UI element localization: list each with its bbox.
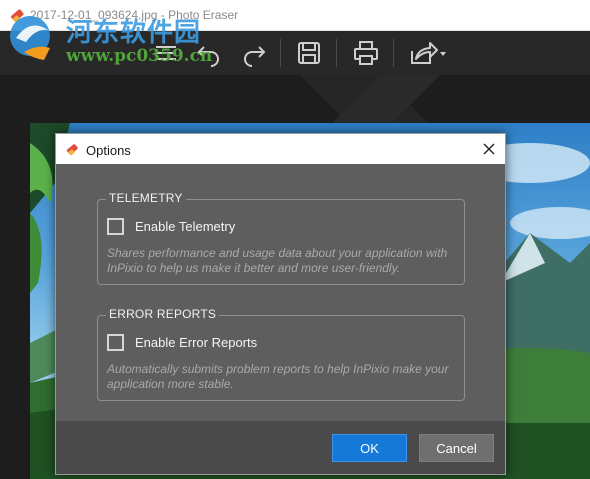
error-reports-group: ERROR REPORTS Enable Error Reports Autom… [97, 307, 465, 401]
dialog-title: Options [86, 143, 131, 158]
enable-error-reports-label[interactable]: Enable Error Reports [135, 335, 257, 350]
toolbar-separator [280, 39, 281, 67]
options-dialog: Options TELEMETRY Enable Telemetry Share… [55, 133, 506, 475]
telemetry-group: TELEMETRY Enable Telemetry Shares perfor… [97, 191, 465, 285]
print-icon[interactable] [350, 37, 382, 69]
save-icon[interactable] [293, 37, 325, 69]
canvas-background-pattern [300, 75, 440, 125]
dialog-titlebar: Options [56, 134, 505, 164]
redo-icon[interactable] [238, 37, 270, 69]
toolbar-separator [393, 39, 394, 67]
error-reports-description: Automatically submits problem reports to… [107, 362, 449, 391]
telemetry-heading: TELEMETRY [106, 191, 186, 205]
watermark-logo-icon [10, 16, 50, 60]
enable-error-reports-checkbox[interactable] [107, 334, 124, 351]
close-icon[interactable] [480, 140, 498, 158]
ok-button[interactable]: OK [332, 434, 407, 462]
toolbar-separator [336, 39, 337, 67]
app-icon [66, 144, 78, 156]
share-icon[interactable] [406, 37, 448, 69]
enable-telemetry-checkbox[interactable] [107, 218, 124, 235]
cancel-button[interactable]: Cancel [419, 434, 494, 462]
dialog-footer: OK Cancel [56, 421, 505, 474]
watermark-site-name: 河东软件园 [66, 18, 202, 48]
error-reports-heading: ERROR REPORTS [106, 307, 220, 321]
telemetry-description: Shares performance and usage data about … [107, 246, 448, 275]
watermark-url: www.pc0359.cn [66, 46, 213, 66]
enable-telemetry-label[interactable]: Enable Telemetry [135, 219, 235, 234]
